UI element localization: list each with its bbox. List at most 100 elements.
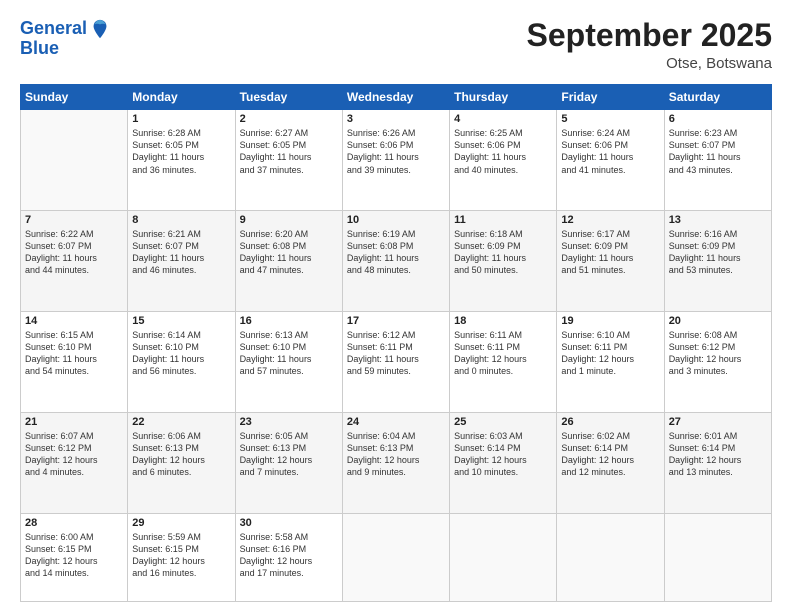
day-number: 26 [561, 416, 659, 428]
day-info: Sunrise: 6:06 AM Sunset: 6:13 PM Dayligh… [132, 430, 230, 479]
logo-line1: General [20, 18, 87, 38]
logo-icon [89, 18, 111, 40]
table-row: 7 Sunrise: 6:22 AM Sunset: 6:07 PM Daylig… [21, 211, 128, 312]
day-info: Sunrise: 5:59 AM Sunset: 6:15 PM Dayligh… [132, 531, 230, 580]
col-monday: Monday [128, 85, 235, 110]
table-row: 29 Sunrise: 5:59 AM Sunset: 6:15 PM Dayli… [128, 513, 235, 601]
col-tuesday: Tuesday [235, 85, 342, 110]
day-info: Sunrise: 6:17 AM Sunset: 6:09 PM Dayligh… [561, 228, 659, 277]
table-row: 4Sunrise: 6:25 AM Sunset: 6:06 PM Daylig… [450, 110, 557, 211]
day-number: 21 [25, 416, 123, 428]
table-row: 26Sunrise: 6:02 AM Sunset: 6:14 PM Dayli… [557, 412, 664, 513]
table-row: 11 Sunrise: 6:18 AM Sunset: 6:09 PM Dayli… [450, 211, 557, 312]
table-row: 3Sunrise: 6:26 AM Sunset: 6:06 PM Daylig… [342, 110, 449, 211]
day-info: Sunrise: 6:16 AM Sunset: 6:09 PM Dayligh… [669, 228, 767, 277]
day-info: Sunrise: 6:24 AM Sunset: 6:06 PM Dayligh… [561, 127, 659, 176]
calendar-week-row: 28 Sunrise: 6:00 AM Sunset: 6:15 PM Dayli… [21, 513, 772, 601]
day-info: Sunrise: 6:13 AM Sunset: 6:10 PM Dayligh… [240, 329, 338, 378]
day-info: Sunrise: 6:01 AM Sunset: 6:14 PM Dayligh… [669, 430, 767, 479]
table-row [342, 513, 449, 601]
day-info: Sunrise: 6:19 AM Sunset: 6:08 PM Dayligh… [347, 228, 445, 277]
day-info: Sunrise: 6:23 AM Sunset: 6:07 PM Dayligh… [669, 127, 767, 176]
table-row: 24 Sunrise: 6:04 AM Sunset: 6:13 PM Dayli… [342, 412, 449, 513]
col-wednesday: Wednesday [342, 85, 449, 110]
day-info: Sunrise: 6:22 AM Sunset: 6:07 PM Dayligh… [25, 228, 123, 277]
day-number: 8 [132, 214, 230, 226]
day-number: 10 [347, 214, 445, 226]
table-row: 8Sunrise: 6:21 AM Sunset: 6:07 PM Daylig… [128, 211, 235, 312]
day-number: 27 [669, 416, 767, 428]
day-number: 2 [240, 113, 338, 125]
logo-text: General [20, 19, 87, 39]
day-number: 29 [132, 517, 230, 529]
col-thursday: Thursday [450, 85, 557, 110]
location: Otse, Botswana [527, 55, 772, 72]
calendar-header-row: Sunday Monday Tuesday Wednesday Thursday… [21, 85, 772, 110]
table-row [664, 513, 771, 601]
table-row: 30 Sunrise: 5:58 AM Sunset: 6:16 PM Dayli… [235, 513, 342, 601]
day-number: 24 [347, 416, 445, 428]
day-info: Sunrise: 6:28 AM Sunset: 6:05 PM Dayligh… [132, 127, 230, 176]
table-row: 2 Sunrise: 6:27 AM Sunset: 6:05 PM Daylig… [235, 110, 342, 211]
table-row: 14Sunrise: 6:15 AM Sunset: 6:10 PM Dayli… [21, 311, 128, 412]
day-number: 11 [454, 214, 552, 226]
table-row: 12 Sunrise: 6:17 AM Sunset: 6:09 PM Dayli… [557, 211, 664, 312]
day-info: Sunrise: 6:00 AM Sunset: 6:15 PM Dayligh… [25, 531, 123, 580]
day-number: 12 [561, 214, 659, 226]
header: General Blue September 2025 Otse, Botswa… [20, 18, 772, 72]
col-friday: Friday [557, 85, 664, 110]
day-number: 3 [347, 113, 445, 125]
table-row: 1 Sunrise: 6:28 AM Sunset: 6:05 PM Daylig… [128, 110, 235, 211]
day-info: Sunrise: 6:14 AM Sunset: 6:10 PM Dayligh… [132, 329, 230, 378]
day-number: 22 [132, 416, 230, 428]
day-info: Sunrise: 6:11 AM Sunset: 6:11 PM Dayligh… [454, 329, 552, 378]
calendar-table: Sunday Monday Tuesday Wednesday Thursday… [20, 84, 772, 602]
day-number: 9 [240, 214, 338, 226]
table-row: 20Sunrise: 6:08 AM Sunset: 6:12 PM Dayli… [664, 311, 771, 412]
day-number: 15 [132, 315, 230, 327]
day-info: Sunrise: 6:04 AM Sunset: 6:13 PM Dayligh… [347, 430, 445, 479]
day-number: 5 [561, 113, 659, 125]
table-row: 18 Sunrise: 6:11 AM Sunset: 6:11 PM Dayli… [450, 311, 557, 412]
day-number: 18 [454, 315, 552, 327]
table-row: 5 Sunrise: 6:24 AM Sunset: 6:06 PM Daylig… [557, 110, 664, 211]
day-info: Sunrise: 6:27 AM Sunset: 6:05 PM Dayligh… [240, 127, 338, 176]
table-row: 27 Sunrise: 6:01 AM Sunset: 6:14 PM Dayli… [664, 412, 771, 513]
day-number: 6 [669, 113, 767, 125]
day-info: Sunrise: 5:58 AM Sunset: 6:16 PM Dayligh… [240, 531, 338, 580]
day-number: 23 [240, 416, 338, 428]
table-row: 9 Sunrise: 6:20 AM Sunset: 6:08 PM Daylig… [235, 211, 342, 312]
day-info: Sunrise: 6:03 AM Sunset: 6:14 PM Dayligh… [454, 430, 552, 479]
table-row: 10 Sunrise: 6:19 AM Sunset: 6:08 PM Dayli… [342, 211, 449, 312]
day-number: 28 [25, 517, 123, 529]
day-number: 7 [25, 214, 123, 226]
day-number: 30 [240, 517, 338, 529]
table-row: 6 Sunrise: 6:23 AM Sunset: 6:07 PM Daylig… [664, 110, 771, 211]
table-row: 21 Sunrise: 6:07 AM Sunset: 6:12 PM Dayli… [21, 412, 128, 513]
day-number: 13 [669, 214, 767, 226]
day-number: 1 [132, 113, 230, 125]
day-info: Sunrise: 6:20 AM Sunset: 6:08 PM Dayligh… [240, 228, 338, 277]
day-info: Sunrise: 6:07 AM Sunset: 6:12 PM Dayligh… [25, 430, 123, 479]
table-row: 22 Sunrise: 6:06 AM Sunset: 6:13 PM Dayli… [128, 412, 235, 513]
table-row: 15 Sunrise: 6:14 AM Sunset: 6:10 PM Dayli… [128, 311, 235, 412]
day-info: Sunrise: 6:18 AM Sunset: 6:09 PM Dayligh… [454, 228, 552, 277]
title-block: September 2025 Otse, Botswana [527, 18, 772, 72]
calendar-week-row: 7 Sunrise: 6:22 AM Sunset: 6:07 PM Daylig… [21, 211, 772, 312]
table-row: 17 Sunrise: 6:12 AM Sunset: 6:11 PM Dayli… [342, 311, 449, 412]
day-info: Sunrise: 6:12 AM Sunset: 6:11 PM Dayligh… [347, 329, 445, 378]
table-row: 23 Sunrise: 6:05 AM Sunset: 6:13 PM Dayli… [235, 412, 342, 513]
table-row: 13 Sunrise: 6:16 AM Sunset: 6:09 PM Dayli… [664, 211, 771, 312]
calendar-week-row: 1 Sunrise: 6:28 AM Sunset: 6:05 PM Daylig… [21, 110, 772, 211]
day-number: 17 [347, 315, 445, 327]
table-row [557, 513, 664, 601]
day-number: 16 [240, 315, 338, 327]
table-row: 25Sunrise: 6:03 AM Sunset: 6:14 PM Dayli… [450, 412, 557, 513]
day-info: Sunrise: 6:05 AM Sunset: 6:13 PM Dayligh… [240, 430, 338, 479]
day-info: Sunrise: 6:10 AM Sunset: 6:11 PM Dayligh… [561, 329, 659, 378]
table-row: 16 Sunrise: 6:13 AM Sunset: 6:10 PM Dayli… [235, 311, 342, 412]
table-row [21, 110, 128, 211]
day-number: 20 [669, 315, 767, 327]
page: General Blue September 2025 Otse, Botswa… [0, 0, 792, 612]
day-number: 19 [561, 315, 659, 327]
